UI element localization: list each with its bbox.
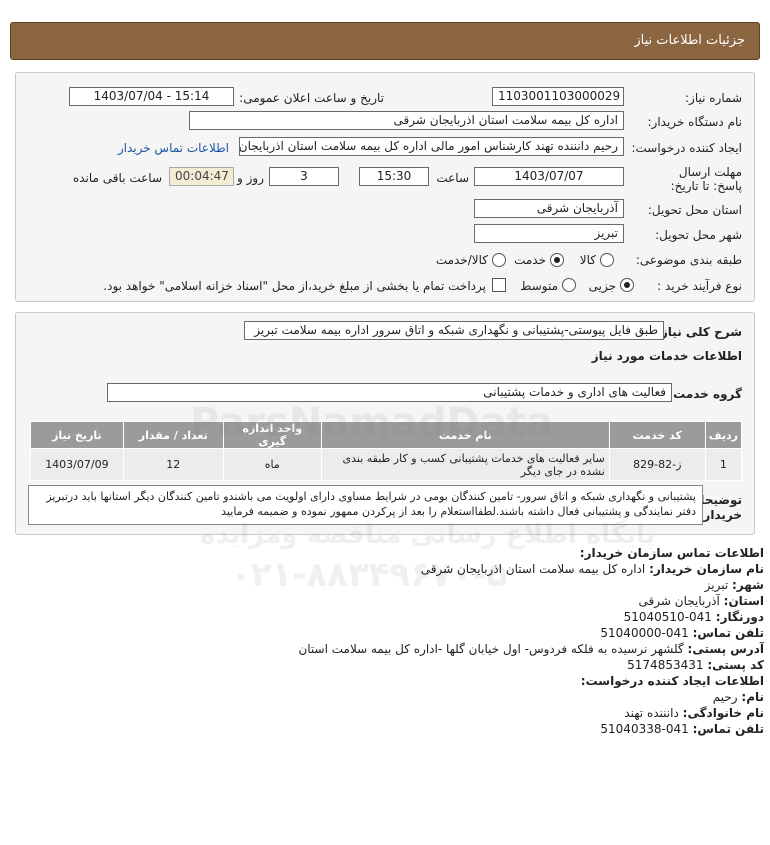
process-medium-radio[interactable] [562, 278, 576, 292]
cell-date: 1403/07/09 [30, 448, 124, 481]
group-label: گروه خدمت: [668, 387, 742, 401]
process-minor-radio[interactable] [620, 278, 634, 292]
buyer-org-label: نام دستگاه خریدار: [647, 115, 743, 129]
process-medium-label: متوسط [520, 279, 558, 293]
contact-fax-row: دورنگار: 041-51040510 [623, 610, 764, 624]
buyer-org-field: اداره کل بیمه سلامت استان اذربایجان شرقی [189, 111, 624, 130]
contact-province-row: استان: آذربایجان شرقی [638, 594, 764, 608]
creator-family-row: نام خانوادگی: دانننده تهند [624, 706, 764, 720]
contact-org-title: اطلاعات تماس سازمان خریدار: [579, 546, 764, 560]
creator-title: اطلاعات ایجاد کننده درخواست: [580, 674, 764, 688]
cell-name: سایر فعالیت های خدمات پشتیبانی کسب و کار… [320, 448, 610, 481]
process-minor-label: جزیی [588, 279, 616, 293]
treasury-checkbox[interactable] [492, 278, 506, 292]
col-date: تاریخ نیاز [30, 421, 124, 449]
services-table: ردیف کد خدمت نام خدمت واحد اندازه گیری ت… [30, 421, 743, 481]
cell-code: ز-82-829 [608, 448, 706, 481]
col-qty: تعداد / مقدار [122, 421, 224, 449]
services-panel: شرح کلی نیاز: طبق فایل پیوستی-پشتیبانی و… [15, 312, 755, 535]
cell-qty: 12 [122, 448, 224, 481]
category-goods-service-radio[interactable] [492, 253, 506, 267]
city-label: شهر محل تحویل: [655, 228, 742, 242]
province-label: استان محل تحویل: [647, 203, 742, 217]
table-header-row: ردیف کد خدمت نام خدمت واحد اندازه گیری ت… [30, 421, 743, 449]
contact-section: اطلاعات تماس سازمان خریدار: نام سازمان خ… [0, 540, 770, 840]
cell-unit: ماه [222, 448, 322, 481]
summary-label: شرح کلی نیاز: [656, 325, 742, 339]
contact-city-row: شهر: تبریز [704, 578, 764, 592]
deadline-label: مهلت ارسال پاسخ: تا تاریخ: [670, 165, 742, 193]
category-goods-radio[interactable] [600, 253, 614, 267]
contact-address-row: آدرس پستی: گلشهر نرسیده به فلکه فردوس- ا… [298, 642, 764, 656]
announce-date-label: تاریخ و ساعت اعلان عمومی: [239, 91, 384, 105]
services-title: اطلاعات خدمات مورد نیاز [591, 349, 742, 363]
table-row: 1 ز-82-829 سایر فعالیت های خدمات پشتیبان… [30, 448, 743, 481]
summary-field: طبق فایل پیوستی-پشتیبانی و نگهداری شبکه … [244, 321, 664, 340]
need-details-panel: شماره نیاز: 1103001103000029 تاریخ و ساع… [15, 72, 755, 302]
contact-phone-row: تلفن تماس: 041-51040000 [600, 626, 764, 640]
remaining-time-field: 00:04:47 [169, 167, 234, 186]
buyer-desc-field: پشتیبانی و نگهداری شبکه و اتاق سرور- تام… [28, 485, 703, 525]
col-row: ردیف [704, 421, 743, 449]
cell-row: 1 [704, 448, 743, 481]
col-code: کد خدمت [608, 421, 706, 449]
category-service-label: خدمت [514, 253, 546, 267]
city-field: تبریز [474, 224, 624, 243]
creator-label: ایجاد کننده درخواست: [631, 141, 742, 155]
category-label: طبقه بندی موضوعی: [635, 253, 742, 267]
remaining-label: ساعت باقی مانده [72, 171, 162, 185]
days-label: روز و [237, 171, 264, 185]
page-header: جزئیات اطلاعات نیاز [10, 22, 760, 60]
deadline-time-field: 15:30 [359, 167, 429, 186]
category-service-radio[interactable] [550, 253, 564, 267]
days-field: 3 [269, 167, 339, 186]
deadline-time-label: ساعت [436, 171, 469, 185]
creator-name-row: نام: رحیم [712, 690, 764, 704]
creator-field: رحیم دانننده تهند کارشناس امور مالی ادار… [239, 137, 624, 156]
category-goods-service-label: کالا/خدمت [435, 253, 488, 267]
need-number-label: شماره نیاز: [685, 91, 742, 105]
col-name: نام خدمت [320, 421, 610, 449]
deadline-date-field: 1403/07/07 [474, 167, 624, 186]
treasury-text: پرداخت تمام یا بخشی از مبلغ خرید،از محل … [103, 279, 486, 293]
group-field: فعالیت های اداری و خدمات پشتیبانی [107, 383, 672, 402]
province-field: آذربایجان شرقی [474, 199, 624, 218]
category-goods-label: کالا [579, 253, 596, 267]
announce-date-field: 1403/07/04 - 15:14 [69, 87, 234, 106]
page-title: جزئیات اطلاعات نیاز [634, 33, 745, 48]
buyer-desc-label: توضیحات خریدار: [688, 493, 742, 522]
col-unit: واحد اندازه گیری [222, 421, 322, 449]
creator-phone-row: تلفن تماس: 041-51040338 [600, 722, 764, 736]
need-number-field: 1103001103000029 [492, 87, 624, 106]
contact-org-row: نام سازمان خریدار: اداره کل بیمه سلامت ا… [420, 562, 764, 576]
buyer-contact-link[interactable]: اطلاعات تماس خریدار [118, 141, 229, 155]
process-label: نوع فرآیند خرید : [657, 279, 742, 293]
contact-postal-row: کد پستی: 5174853431 [627, 658, 764, 672]
